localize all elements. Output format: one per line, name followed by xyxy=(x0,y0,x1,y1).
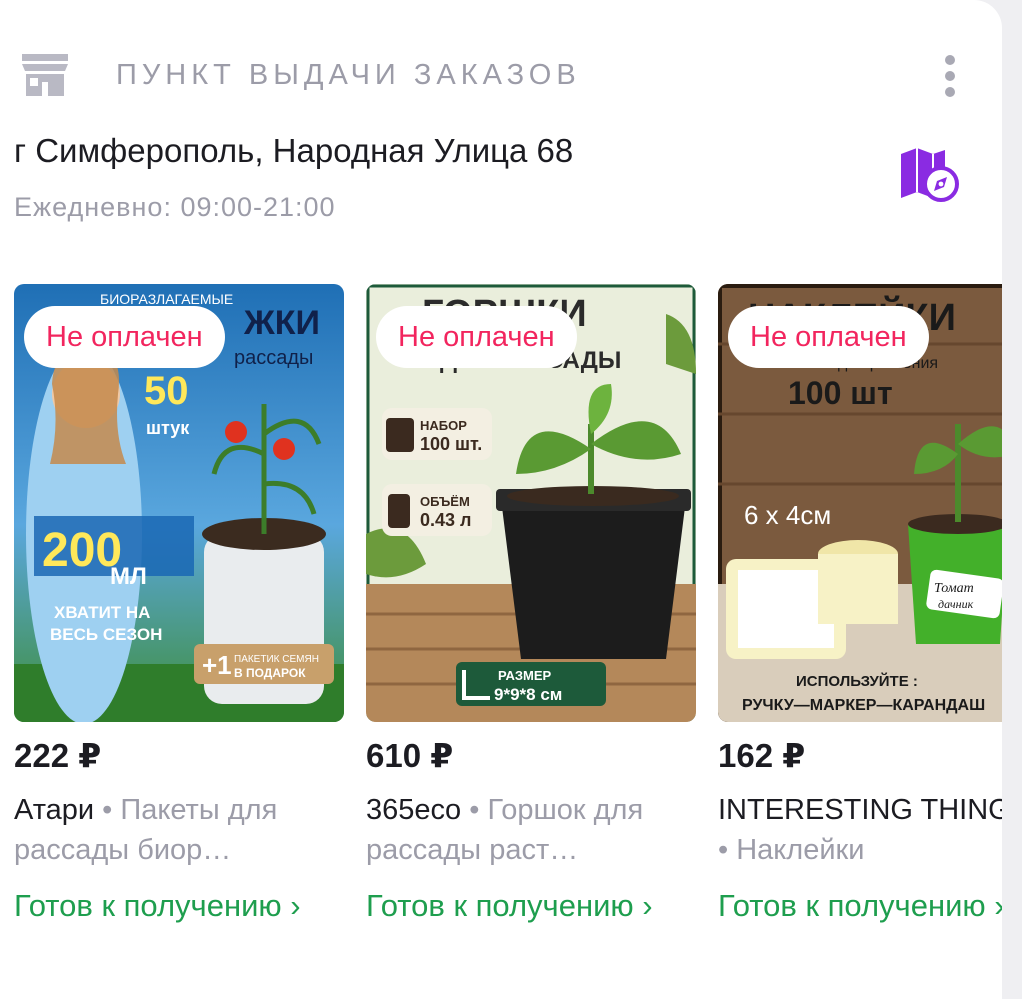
section-title: ПУНКТ ВЫДАЧИ ЗАКАЗОВ xyxy=(116,58,581,91)
size-value: 9*9*8 см xyxy=(494,685,562,704)
separator-dot: • xyxy=(718,834,737,866)
product-image[interactable]: ГОРШКИ ДЛЯ РАССАДЫ НАБОР 100 шт. ОБЪЁМ xyxy=(366,284,696,722)
product-description[interactable]: INTERESTING THINGS • Наклейки xyxy=(718,790,1002,870)
tag-text-2: дачник xyxy=(938,597,974,611)
promo-season-1: ХВАТИТ НА xyxy=(54,603,150,622)
promo-gift-2: В ПОДАРОК xyxy=(234,666,306,680)
promo-count: 100 шт xyxy=(788,375,893,411)
tag-text-1: Томат xyxy=(934,581,974,596)
promo-count-unit: штук xyxy=(146,418,190,438)
pickup-point-card: ПУНКТ ВЫДАЧИ ЗАКАЗОВ г Симферополь, Наро… xyxy=(0,0,1002,999)
payment-status-badge: Не оплачен xyxy=(376,306,577,368)
product-brand: INTERESTING THINGS xyxy=(718,794,1002,826)
product-image[interactable]: 50 штук БИОРАЗЛАГАЕМЫЕ ЖКИ рассады 200 М… xyxy=(14,284,344,722)
payment-status-badge: Не оплачен xyxy=(24,306,225,368)
product-description[interactable]: Атари • Пакеты для рассады биор… xyxy=(14,790,344,870)
delivery-status-link[interactable]: Готов к получению › xyxy=(366,884,696,928)
promo-use-text: ИСПОЛЬЗУЙТЕ : xyxy=(796,672,918,690)
pickup-hours: Ежедневно: 09:00-21:00 xyxy=(14,192,336,222)
card-header: ПУНКТ ВЫДАЧИ ЗАКАЗОВ xyxy=(20,50,581,100)
volume-value: 0.43 л xyxy=(420,510,471,530)
promo-sub: рассады xyxy=(234,347,313,369)
promo-count: 50 xyxy=(144,369,189,413)
product-price: 222 ₽ xyxy=(14,737,102,774)
promo-top-text: БИОРАЗЛАГАЕМЫЕ xyxy=(100,291,233,307)
product-price: 610 ₽ xyxy=(366,737,454,774)
delivery-status-link[interactable]: Готов к получению › xyxy=(14,884,344,928)
product-brand: Атари xyxy=(14,794,95,826)
product-card[interactable]: ГОРШКИ ДЛЯ РАССАДЫ НАБОР 100 шт. ОБЪЁМ xyxy=(366,284,696,984)
separator-dot: • xyxy=(94,794,121,826)
more-menu-button[interactable] xyxy=(930,50,970,102)
delivery-status-link[interactable]: Готов к получению › xyxy=(718,884,1002,928)
promo-gift-plus: +1 xyxy=(202,650,232,680)
set-label: НАБОР xyxy=(420,418,467,433)
product-price: 162 ₽ xyxy=(718,737,806,774)
product-name: Наклейки xyxy=(736,834,865,866)
payment-status-badge: Не оплачен xyxy=(728,306,929,368)
product-brand: 365eco xyxy=(366,794,462,826)
promo-headline: ЖКИ xyxy=(243,304,320,342)
promo-gift-1: ПАКЕТИК СЕМЯН xyxy=(234,654,319,665)
store-icon xyxy=(22,54,68,96)
more-vertical-icon xyxy=(945,55,955,65)
promo-size: 6 х 4см xyxy=(744,500,831,530)
map-compass-icon[interactable] xyxy=(895,142,965,208)
separator-dot: • xyxy=(461,794,488,826)
order-items-carousel[interactable]: 50 штук БИОРАЗЛАГАЕМЫЕ ЖКИ рассады 200 М… xyxy=(0,284,1002,984)
promo-volume-unit: МЛ xyxy=(110,563,147,590)
size-label: РАЗМЕР xyxy=(498,668,552,683)
product-image[interactable]: НАКЛЕЙКИ для растения 100 шт 6 х 4см Том… xyxy=(718,284,1002,722)
pickup-address: г Симферополь, Народная Улица 68 xyxy=(14,132,574,169)
promo-tools-text: РУЧКУ—МАРКЕР—КАРАНДАШ xyxy=(742,697,985,714)
product-card[interactable]: НАКЛЕЙКИ для растения 100 шт 6 х 4см Том… xyxy=(718,284,1002,984)
set-value: 100 шт. xyxy=(420,434,482,454)
promo-season-2: ВЕСЬ СЕЗОН xyxy=(50,625,162,644)
product-description[interactable]: 365eco • Горшок для рассады раст… xyxy=(366,790,696,870)
product-card[interactable]: 50 штук БИОРАЗЛАГАЕМЫЕ ЖКИ рассады 200 М… xyxy=(14,284,344,984)
volume-label: ОБЪЁМ xyxy=(420,494,470,509)
